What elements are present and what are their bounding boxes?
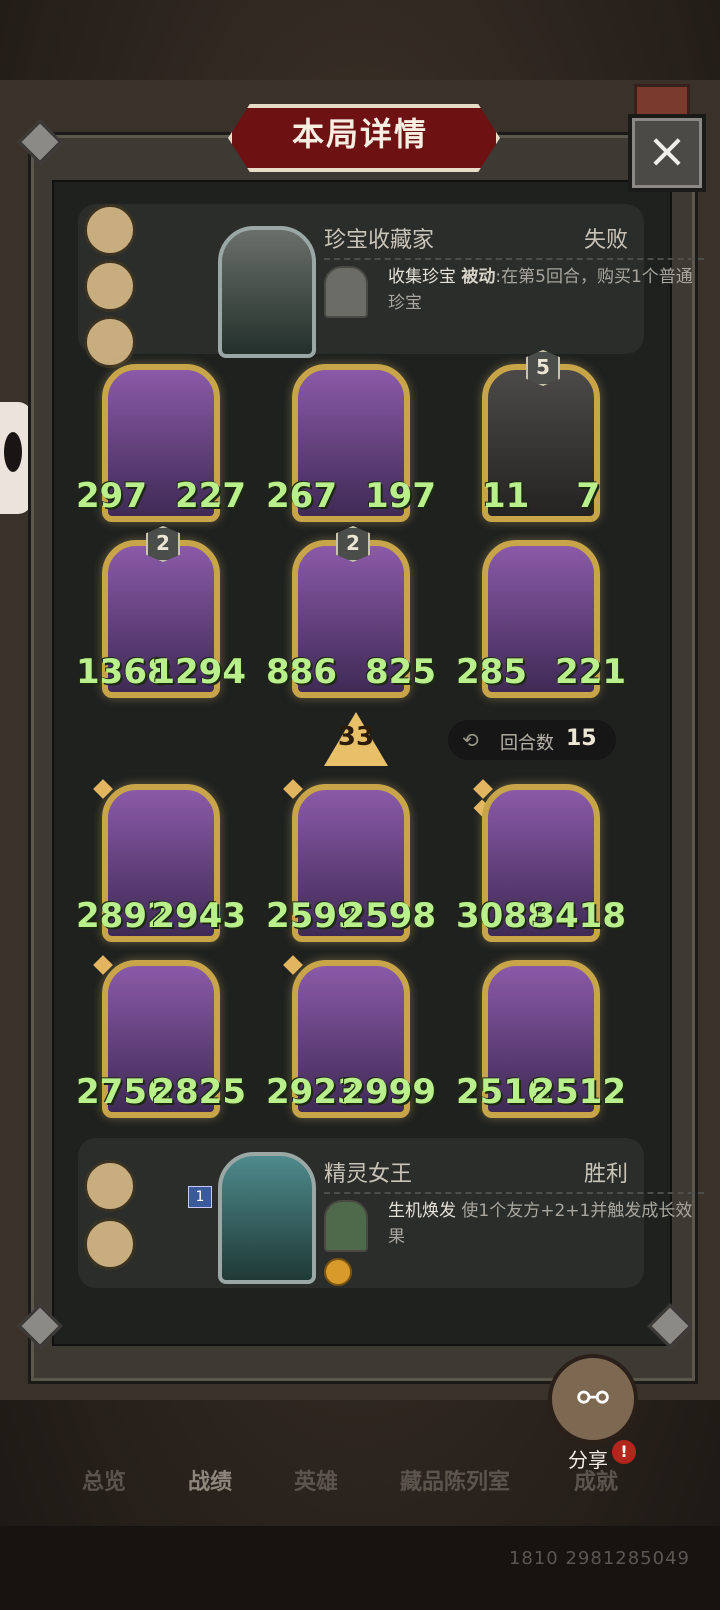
unit-health: 3418 [531,896,626,936]
unit-level-badge: 2 [146,526,180,562]
opponent-unit[interactable]: 285 221 [456,540,626,700]
unit-health: 2999 [341,1072,436,1112]
opponent-hero-portrait[interactable] [218,226,316,358]
player-result: 胜利 [583,1162,628,1187]
opponent-hero-name: 珍宝收藏家 [324,228,435,253]
clock-icon[interactable] [84,1218,136,1270]
footer: 1810 2981285049 [0,1526,720,1610]
unit-health: 2512 [531,1072,626,1112]
player-skill-text: 生机焕发 使1个友方+2+1并触发成长效果 [388,1198,708,1250]
opponent-unit[interactable]: 5 11 7 [482,350,600,524]
unit-attack: 297 [76,476,147,516]
player-unit[interactable]: 2892 2943 [76,779,246,944]
coin-icon [324,1258,352,1286]
item-count-badge: 1 [188,1186,212,1208]
unit-health: 7 [576,476,600,516]
refresh-icon: ⟲ [462,728,479,752]
opponent-unit[interactable]: 2 886 825 [266,526,436,700]
tab-heroes[interactable]: 英雄 [294,1464,338,1496]
round-counter: ⟲ 回合数 15 [448,720,616,760]
divider [324,258,704,260]
player-unit[interactable]: 2516 2512 [456,960,626,1120]
opponent-skill-icon[interactable] [324,266,368,318]
treasure-map-icon[interactable] [84,204,136,256]
treasure-book-icon[interactable] [84,260,136,312]
player-unit[interactable]: 2923 2999 [266,955,436,1120]
unit-attack: 267 [266,476,337,516]
treasure-orb-icon[interactable] [84,316,136,368]
opponent-unit[interactable]: 267 197 [266,364,436,524]
bottom-tab-bar: 总览 战绩 英雄 藏品陈列室 成就 [0,1430,720,1526]
player-hero-portrait[interactable] [218,1152,316,1284]
opponent-unit[interactable]: 297 227 [76,364,246,524]
close-icon[interactable]: × [647,123,687,179]
player-skill-icon[interactable] [324,1200,368,1252]
unit-health: 221 [555,652,626,692]
unit-health: 2598 [341,896,436,936]
unit-attack: 11 [482,476,530,516]
player-unit[interactable]: 2756 2825 [76,955,246,1120]
unit-health: 825 [365,652,436,692]
dialog-title: 本局详情 [291,115,428,153]
opponent-result: 失败 [583,228,628,253]
damage-value: 33 [337,722,375,752]
player-card: 1 精灵女王 胜利 生机焕发 使1个友方+2+1并触发成长效果 [78,1138,704,1288]
tab-achievements[interactable]: 成就 [574,1464,618,1496]
unit-health: 1294 [151,652,246,692]
round-value: 15 [566,726,597,751]
round-label: 回合数 [500,733,554,754]
unit-level-badge: 5 [526,350,560,386]
tab-overview[interactable]: 总览 [82,1464,126,1496]
tab-collection[interactable]: 藏品陈列室 [400,1464,510,1496]
opponent-skill-type: 被动 [461,267,496,287]
unit-health: 2943 [151,896,246,936]
unit-attack: 886 [266,652,337,692]
unit-health: 197 [365,476,436,516]
unit-attack: 285 [456,652,527,692]
share-icon: ⚯ [577,1376,609,1420]
tab-record[interactable]: 战绩 [188,1464,232,1496]
close-button[interactable]: × [628,114,706,192]
opponent-skill-name: 收集珍宝 [388,267,456,287]
clock-icon[interactable] [84,1160,136,1212]
player-unit[interactable]: 3088 3418 [456,779,626,944]
opponent-card: 珍宝收藏家 失败 收集珍宝 被动:在第5回合，购买1个普通珍宝 [78,204,704,368]
opponent-unit[interactable]: 2 1368 1294 [76,526,246,700]
player-unit[interactable]: 2599 2598 [266,779,436,944]
unit-level-badge: 2 [336,526,370,562]
unit-health: 2825 [151,1072,246,1112]
player-hero-name: 精灵女王 [324,1162,413,1187]
opponent-skill-text: 收集珍宝 被动:在第5回合，购买1个普通珍宝 [388,264,708,316]
user-id: 1810 2981285049 [508,1548,690,1569]
divider [324,1192,704,1194]
player-skill-name: 生机焕发 [388,1201,456,1221]
unit-health: 227 [175,476,246,516]
